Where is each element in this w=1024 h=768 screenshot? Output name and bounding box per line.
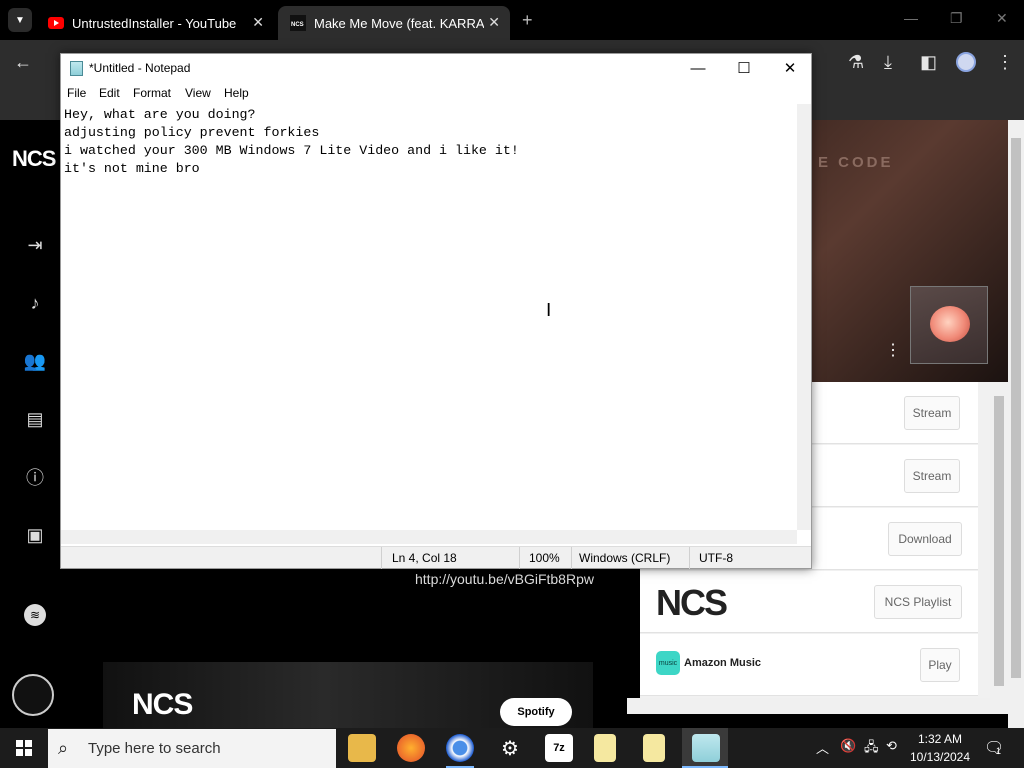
flower-image	[930, 306, 970, 342]
notification-count: 1	[996, 746, 1002, 756]
back-arrow-icon[interactable]: ←	[14, 52, 32, 73]
notepad-app-icon[interactable]	[692, 734, 720, 762]
status-divider	[689, 547, 690, 569]
new-tab-button[interactable]: +	[522, 10, 533, 31]
login-icon[interactable]: ⇥	[22, 232, 48, 258]
zoom-level: 100%	[529, 551, 560, 565]
hero-text: E CODE	[818, 154, 894, 171]
profile-avatar-icon[interactable]	[956, 52, 976, 72]
chrome-icon[interactable]	[446, 734, 474, 762]
firefox-icon[interactable]	[397, 734, 425, 762]
download-icon[interactable]: ⤓	[884, 52, 892, 73]
close-icon[interactable]: ✕	[767, 57, 813, 79]
maximize-icon[interactable]: ❐	[950, 10, 963, 27]
file-explorer-icon[interactable]	[348, 734, 376, 762]
stream-button[interactable]: Stream	[904, 459, 960, 493]
menu-kebab-icon[interactable]: ⋮	[996, 52, 1014, 73]
status-divider	[381, 547, 382, 569]
clock-time[interactable]: 1:32 AM	[910, 732, 970, 746]
speaker-muted-icon[interactable]: 🔇	[840, 738, 856, 754]
stream-button[interactable]: Stream	[904, 396, 960, 430]
info-icon[interactable]: ⓘ	[22, 464, 48, 490]
status-divider	[571, 547, 572, 569]
clock-date[interactable]: 10/13/2024	[908, 750, 972, 764]
minimize-icon[interactable]: —	[904, 10, 918, 26]
status-bar: Ln 4, Col 18 100% Windows (CRLF) UTF-8	[61, 546, 811, 569]
notepad-file-icon[interactable]	[643, 734, 665, 762]
tab-close-icon[interactable]: ✕	[488, 14, 500, 31]
notepad-window: *Untitled - Notepad — ☐ ✕ File Edit Form…	[60, 53, 812, 569]
notepad-titlebar[interactable]: *Untitled - Notepad — ☐ ✕	[61, 54, 811, 82]
youtube-link[interactable]: http://youtu.be/vBGiFtb8Rpw	[415, 571, 594, 587]
cursor-position: Ln 4, Col 18	[392, 551, 457, 565]
menu-edit[interactable]: Edit	[99, 86, 120, 100]
download-button[interactable]: Download	[888, 522, 962, 556]
users-icon[interactable]: 👥	[22, 348, 48, 374]
svg-text:NCS: NCS	[291, 22, 304, 28]
notepad-menubar: File Edit Format View Help	[61, 82, 811, 104]
amazon-music-label: Amazon Music	[684, 657, 762, 669]
network-icon[interactable]: 🖧	[864, 738, 879, 760]
menu-file[interactable]: File	[67, 86, 86, 100]
more-options-icon[interactable]: ⋮	[885, 340, 901, 360]
menu-view[interactable]: View	[185, 86, 211, 100]
contact-icon[interactable]: ▣	[22, 522, 48, 548]
ncs-logo: NCS	[656, 582, 728, 623]
7zip-icon[interactable]: 7z	[545, 734, 573, 762]
tab-search-button[interactable]: ▼	[8, 8, 32, 32]
line-ending: Windows (CRLF)	[579, 551, 671, 565]
tab-title: Make Me Move (feat. KARRA)	[314, 15, 484, 31]
ncs-playlist-button[interactable]: NCS Playlist	[874, 585, 962, 619]
side-panel-icon[interactable]: ◧	[920, 52, 937, 73]
notification-icon[interactable]: 🗨	[984, 738, 1004, 758]
windows-start-icon[interactable]	[0, 728, 48, 768]
window-title: *Untitled - Notepad	[89, 61, 191, 75]
horizontal-scrollbar[interactable]	[61, 530, 797, 544]
menu-format[interactable]: Format	[133, 86, 171, 100]
tab-make-me-move[interactable]: NCS Make Me Move (feat. KARRA) ✕	[278, 6, 510, 40]
ncs-logo[interactable]: NCS	[12, 146, 56, 172]
tab-title: UntrustedInstaller - YouTube	[72, 15, 237, 31]
ncs-favicon-icon: NCS	[290, 15, 306, 31]
restore-icon[interactable]: ⟲	[886, 738, 897, 754]
search-icon: ⌕	[58, 738, 69, 758]
spotify-badge[interactable]: Spotify	[500, 698, 572, 726]
close-icon[interactable]: ✕	[996, 10, 1008, 27]
banner-ncs-logo: NCS	[132, 688, 193, 721]
color-palette-icon[interactable]	[12, 674, 54, 716]
youtube-icon	[48, 15, 64, 31]
notepad-text-area[interactable]: Hey, what are you doing? adjusting polic…	[61, 104, 797, 530]
tab-youtube[interactable]: UntrustedInstaller - YouTube ✕	[36, 6, 274, 40]
settings-gear-icon[interactable]: ⚙	[496, 734, 524, 762]
menu-help[interactable]: Help	[224, 86, 249, 100]
spotify-icon[interactable]: ≋	[24, 604, 46, 626]
horizontal-scrollbar[interactable]	[627, 698, 1008, 714]
notepad-icon	[70, 61, 83, 76]
panel-scrollbar-thumb[interactable]	[994, 396, 1004, 686]
minimize-icon[interactable]: —	[675, 57, 721, 79]
chevron-up-icon[interactable]: ︿	[816, 738, 829, 757]
status-divider	[519, 547, 520, 569]
tab-close-icon[interactable]: ✕	[252, 14, 264, 31]
document-icon[interactable]: ▤	[22, 406, 48, 432]
vertical-scrollbar[interactable]	[797, 104, 811, 530]
notepad-file-icon[interactable]	[594, 734, 616, 762]
amazon-music-icon: music	[656, 651, 680, 675]
text-cursor-icon: I	[546, 300, 552, 321]
labs-flask-icon[interactable]: ⚗	[848, 52, 864, 73]
play-button[interactable]: Play	[920, 648, 960, 682]
page-scrollbar-thumb[interactable]	[1011, 138, 1021, 678]
encoding: UTF-8	[699, 551, 733, 565]
taskbar-search-box[interactable]: Type here to search	[48, 729, 336, 768]
music-note-icon[interactable]: ♪	[22, 290, 48, 316]
maximize-icon[interactable]: ☐	[721, 57, 767, 79]
